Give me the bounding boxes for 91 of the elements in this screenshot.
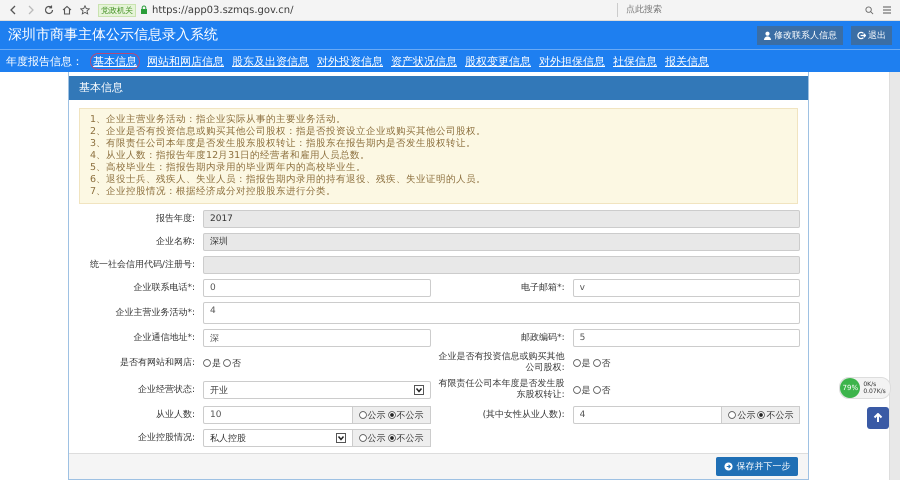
radio-button[interactable]	[358, 434, 367, 442]
note-text: 4、从业人数：指报告年度12月31日的经营者和雇用人员总数。	[90, 150, 372, 162]
nav-link[interactable]: 网站和网店信息	[147, 54, 224, 68]
site-badge: 党政机关	[98, 4, 136, 16]
radio-button[interactable]	[388, 411, 396, 419]
note-text: 5、高校毕业生：指报告期内录用的毕业两年内的高校毕业生。	[90, 162, 368, 174]
radio-button[interactable]	[592, 386, 601, 394]
scroll-top-button[interactable]	[867, 407, 890, 429]
radio-option[interactable]: 公示	[358, 408, 386, 422]
select-field[interactable]: 私人控股	[203, 429, 353, 447]
user-icon	[763, 30, 772, 40]
nav-link[interactable]: 社保信息	[613, 54, 657, 68]
edit-contact-button[interactable]: 修改联系人信息	[757, 26, 843, 44]
note-text: 2、企业是否有投资信息或购买其他公司股权：指是否投资设立企业或购买其他公司股权。	[90, 126, 488, 138]
note-text: 3、有限责任公司本年度是否发生股东股权转让：指股东在报告期内是否发生股权转让。	[90, 138, 478, 150]
system-title: 深圳市商事主体公示信息录入系统	[8, 26, 218, 44]
radio-button[interactable]	[592, 359, 601, 367]
nav-link[interactable]: 股权变更信息	[465, 54, 531, 68]
radio-button[interactable]	[388, 434, 396, 442]
search-icon[interactable]	[865, 6, 874, 14]
nav-link[interactable]: 报关信息	[665, 54, 709, 68]
home-icon[interactable]	[62, 5, 72, 15]
select-field[interactable]: 开业	[203, 381, 431, 399]
readonly-field: 深圳	[203, 233, 800, 251]
field-label: 企业名称:	[154, 236, 195, 248]
field-label: 企业是否有投资信息或购买其他公司股权:	[438, 352, 565, 374]
url-text: https://app03.szmqs.gov.cn/	[152, 4, 294, 16]
radio-option[interactable]: 公示	[358, 432, 386, 444]
radio-option[interactable]: 是	[203, 356, 221, 370]
radio-button[interactable]	[728, 411, 736, 419]
dropdown-caret-icon	[414, 385, 424, 395]
back-icon[interactable]	[8, 5, 18, 15]
up-arrow-icon	[873, 413, 884, 423]
input-field[interactable]: 0	[203, 279, 431, 297]
field-label: 统一社会信用代码/注册号:	[88, 260, 195, 270]
field-label: 邮政编码*:	[520, 332, 565, 344]
input-field[interactable]: 10	[203, 406, 353, 424]
dropdown-caret-icon	[336, 433, 346, 443]
input-field[interactable]: v	[572, 279, 800, 297]
radio-option[interactable]: 不公示	[388, 408, 424, 422]
field-label: 电子邮箱*:	[520, 282, 565, 294]
nav-link[interactable]: 对外投资信息	[317, 54, 383, 68]
nav-link[interactable]: 股东及出资信息	[232, 54, 309, 68]
scrollbar[interactable]	[889, 72, 900, 480]
exit-icon	[857, 30, 866, 40]
field-label: (其中女性从业人数):	[482, 410, 565, 420]
field-label: 从业人数:	[154, 410, 195, 420]
field-label: 是否有网站和网店:	[118, 358, 195, 368]
note-text: 6、退役士兵、残疾人、失业人员：指报告期内录用的持有退役、残疾、失业证明的人员。	[90, 174, 488, 186]
radio-option[interactable]: 否	[223, 356, 241, 370]
field-label: 企业联系电话*:	[132, 282, 195, 294]
note-text: 7、企业控股情况：根据经济成分对控股股东进行分类。	[90, 186, 338, 198]
radio-option[interactable]: 公示	[728, 408, 756, 422]
input-field[interactable]: 4	[572, 406, 722, 424]
note-text: 1、企业主营业务活动：指企业实际从事的主要业务活动。	[90, 114, 348, 126]
nav-link[interactable]: 基本信息	[91, 54, 139, 68]
star-icon[interactable]	[80, 5, 90, 15]
radio-button[interactable]	[572, 359, 581, 367]
field-label: 企业控股情况:	[136, 432, 195, 444]
browser-search-field[interactable]: 点此搜索	[624, 4, 865, 16]
field-label: 报告年度:	[154, 214, 195, 224]
nav-link[interactable]: 对外担保信息	[539, 54, 605, 68]
lock-icon	[140, 5, 148, 15]
menu-icon[interactable]	[882, 5, 892, 15]
readonly-field: 2017	[203, 210, 800, 228]
address-field[interactable]: 党政机关 https://app03.szmqs.gov.cn/	[98, 2, 609, 18]
radio-option[interactable]: 不公示	[757, 408, 794, 422]
radio-button[interactable]	[203, 359, 211, 367]
nav-link[interactable]: 资产状况信息	[391, 54, 457, 68]
field-label: 有限责任公司本年度是否发生股东股权转让:	[438, 379, 565, 401]
panel-heading: 基本信息	[69, 76, 808, 100]
input-field[interactable]: 深	[203, 329, 431, 347]
arrow-circle-icon	[724, 462, 734, 471]
radio-button[interactable]	[572, 386, 581, 394]
radio-button[interactable]	[223, 359, 231, 367]
radio-option[interactable]: 是	[572, 384, 591, 396]
nav-label: 年度报告信息：	[6, 54, 83, 68]
reload-icon[interactable]	[44, 5, 54, 15]
radio-option[interactable]: 是	[572, 356, 591, 370]
textarea-field[interactable]: 4	[203, 302, 800, 324]
radio-button[interactable]	[358, 411, 367, 419]
logout-button[interactable]: 退出	[851, 26, 892, 44]
field-label: 企业经营状态:	[136, 384, 195, 396]
save-next-button[interactable]: 保存并下一步	[716, 457, 798, 476]
radio-option[interactable]: 否	[592, 356, 611, 370]
field-label: 企业主营业务活动*:	[114, 308, 195, 318]
radio-option[interactable]: 不公示	[388, 432, 424, 444]
input-field[interactable]: 5	[572, 329, 800, 347]
field-label: 企业通信地址*:	[132, 332, 195, 344]
radio-option[interactable]: 否	[592, 384, 611, 396]
radio-button[interactable]	[757, 411, 766, 419]
